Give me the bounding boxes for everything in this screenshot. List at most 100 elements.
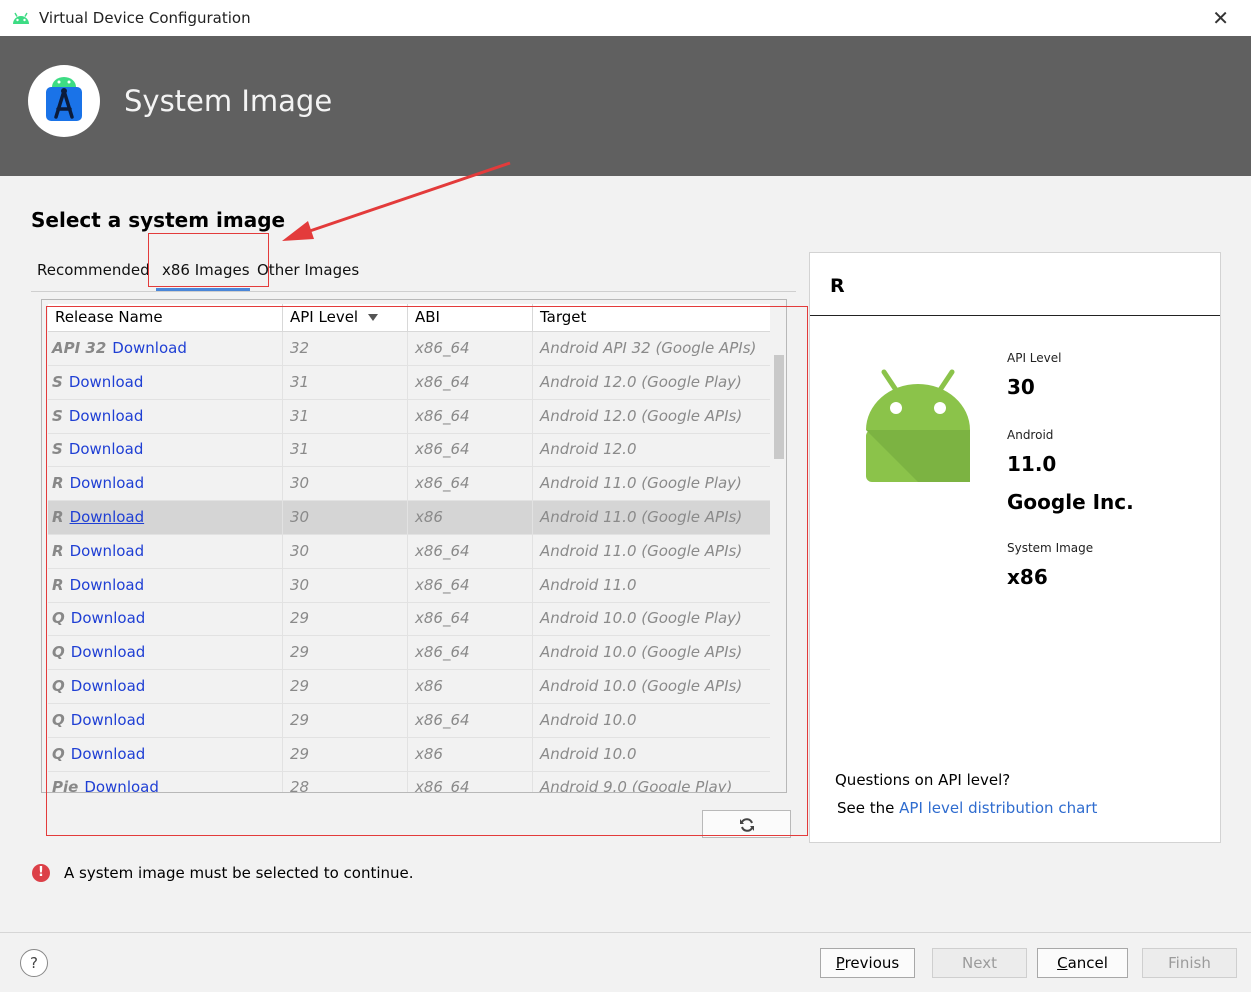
android-robot-icon: [866, 369, 970, 482]
download-link[interactable]: Download: [70, 508, 145, 526]
download-link[interactable]: Download: [70, 474, 145, 492]
api-level-cell: 29: [283, 670, 408, 703]
table-row[interactable]: Q Download 29 x86_64 Android 10.0 (Google AP…: [48, 636, 770, 671]
download-link[interactable]: Download: [71, 677, 146, 695]
abi-cell: x86_64: [408, 602, 533, 636]
api-level-cell: 31: [283, 399, 408, 433]
abi-cell: x86_64: [408, 534, 533, 568]
abi-cell: x86_64: [408, 399, 533, 433]
download-link[interactable]: Download: [69, 373, 144, 391]
table-row[interactable]: Q Download 29 x86_64 Android 10.0: [48, 703, 770, 738]
error-message: A system image must be selected to conti…: [64, 864, 414, 882]
abi-cell: x86_64: [408, 568, 533, 602]
table-row[interactable]: Q Download 29 x86_64 Android 10.0 (Google Pl…: [48, 602, 770, 637]
download-link[interactable]: Download: [71, 711, 146, 729]
table-row[interactable]: S Download 31 x86_64 Android 12.0 (Google AP…: [48, 399, 770, 434]
tab-recommended[interactable]: Recommended: [37, 261, 150, 279]
release-name-cell: Q Download: [48, 737, 283, 771]
page-heading: System Image: [124, 84, 333, 118]
table-row[interactable]: Pie Download 28 x86_64 Android 9.0 (Google P…: [48, 771, 770, 793]
refresh-icon: [740, 818, 754, 832]
release-label: Q: [52, 710, 65, 729]
download-link[interactable]: Download: [70, 576, 145, 594]
section-title: Select a system image: [31, 208, 286, 232]
api-level-cell: 29: [283, 703, 408, 737]
api-level-cell: 30: [283, 501, 408, 534]
release-name-cell: R Download: [48, 501, 283, 534]
annotation-arrow: [282, 161, 511, 241]
download-link[interactable]: Download: [71, 609, 146, 627]
see-the-prefix: See the: [837, 799, 900, 817]
target-cell: Android 9.0 (Google Play): [540, 778, 733, 793]
target-cell: Android 12.0 (Google APIs): [540, 406, 743, 425]
release-name-cell: Q Download: [48, 703, 283, 737]
download-link[interactable]: Download: [70, 542, 145, 560]
column-abi[interactable]: ABI: [408, 304, 533, 331]
table-row[interactable]: R Download 30 x86_64 Android 11.0 (Google Pl…: [48, 467, 770, 502]
download-link[interactable]: Download: [71, 745, 146, 763]
release-label: Pie: [52, 778, 79, 793]
target-cell: Android 12.0: [540, 440, 637, 459]
table-row[interactable]: Q Download 29 x86 Android 10.0: [48, 737, 770, 772]
cancel-button[interactable]: Cancel: [1037, 948, 1128, 978]
release-name-cell: S Download: [48, 433, 283, 467]
tab-x86-images[interactable]: x86 Images: [162, 261, 250, 279]
vertical-scrollbar[interactable]: [774, 355, 784, 459]
target-cell: Android 10.0 (Google Play): [540, 609, 742, 628]
download-link[interactable]: Download: [69, 407, 144, 425]
abi-cell: x86: [408, 737, 533, 771]
detail-divider: [810, 315, 1220, 316]
finish-button[interactable]: Finish: [1142, 948, 1237, 978]
tab-other-images[interactable]: Other Images: [257, 261, 359, 279]
column-api-level[interactable]: API Level: [283, 304, 408, 331]
download-link[interactable]: Download: [112, 339, 187, 357]
api-level-cell: 29: [283, 602, 408, 636]
abi-cell: x86_64: [408, 332, 533, 365]
release-label: Q: [52, 643, 65, 662]
download-link[interactable]: Download: [69, 440, 144, 458]
previous-button[interactable]: Previous: [820, 948, 915, 978]
detail-panel: R API Level 30 Android 11.0 Google Inc. …: [809, 252, 1221, 843]
release-label: R: [52, 474, 64, 493]
api-level-cell: 30: [283, 568, 408, 602]
table-row[interactable]: Q Download 29 x86 Android 10.0 (Google APIs): [48, 670, 770, 704]
table-row[interactable]: API 32 Download 32 x86_64 Android API 32 (Go…: [48, 332, 770, 366]
release-name-cell: R Download: [48, 534, 283, 568]
release-name-cell: Q Download: [48, 636, 283, 670]
release-name-cell: Pie Download: [48, 771, 283, 793]
download-link[interactable]: Download: [84, 778, 159, 792]
abi-cell: x86_64: [408, 771, 533, 792]
vendor-value: Google Inc.: [1007, 490, 1134, 514]
title-bar: Virtual Device Configuration ✕: [0, 0, 1251, 37]
download-link[interactable]: Download: [71, 643, 146, 661]
target-cell: Android 11.0 (Google Play): [540, 474, 742, 493]
help-button[interactable]: ?: [20, 949, 48, 977]
system-image-table[interactable]: Release Name API Level ABI Target API 32…: [41, 299, 787, 793]
column-api-level-label: API Level: [290, 308, 359, 326]
release-label: Q: [52, 677, 65, 695]
android-studio-logo: [28, 65, 100, 137]
refresh-button[interactable]: [702, 810, 791, 838]
column-target[interactable]: Target: [533, 304, 770, 331]
table-row[interactable]: S Download 31 x86_64 Android 12.0 (Google Pl…: [48, 365, 770, 400]
table-row[interactable]: R Download 30 x86 Android 11.0 (Google APIs): [48, 501, 770, 535]
api-level-cell: 28: [283, 771, 408, 792]
close-icon[interactable]: ✕: [1212, 6, 1229, 30]
next-button[interactable]: Next: [932, 948, 1027, 978]
target-cell: Android API 32 (Google APIs): [540, 339, 757, 357]
abi-cell: x86: [408, 670, 533, 703]
column-release-name[interactable]: Release Name: [48, 304, 283, 331]
table-row[interactable]: R Download 30 x86_64 Android 11.0 (Google AP…: [48, 534, 770, 569]
previous-mnemonic: P: [835, 954, 845, 972]
previous-label-rest: revious: [844, 954, 900, 972]
api-level-cell: 31: [283, 365, 408, 399]
release-label: API 32: [52, 339, 107, 357]
abi-cell: x86_64: [408, 467, 533, 501]
api-distribution-chart-link[interactable]: API level distribution chart: [899, 799, 1097, 817]
api-question-text: Questions on API level?: [835, 771, 1011, 789]
table-row[interactable]: R Download 30 x86_64 Android 11.0: [48, 568, 770, 603]
release-name-cell: API 32 Download: [48, 332, 283, 365]
table-row[interactable]: S Download 31 x86_64 Android 12.0: [48, 433, 770, 468]
target-cell: Android 10.0: [540, 710, 637, 729]
window-title: Virtual Device Configuration: [39, 9, 251, 27]
